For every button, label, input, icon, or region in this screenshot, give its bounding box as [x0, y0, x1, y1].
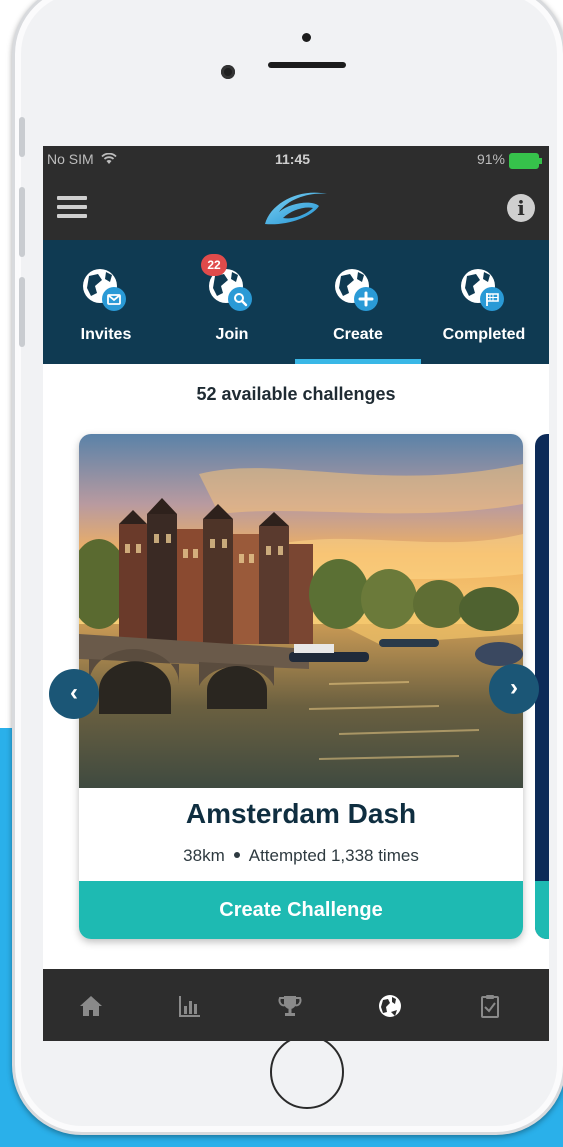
challenge-attempts: Attempted 1,338 times [248, 846, 419, 865]
active-tab-indicator [295, 359, 421, 364]
battery-percentage: 91% [476, 151, 505, 167]
next-arrow-icon[interactable]: › [489, 664, 539, 714]
challenge-tabs: Invites 22 Join Create Completed [43, 240, 549, 364]
stats-icon[interactable] [175, 991, 205, 1021]
proximity-sensor [302, 33, 311, 42]
status-bar: No SIM 11:45 91% [43, 146, 549, 172]
top-navbar: i [43, 172, 549, 240]
tab-label: Join [215, 326, 249, 343]
clock: 11:45 [275, 151, 311, 167]
carrier-status: No SIM [47, 151, 117, 167]
tab-join[interactable]: 22 Join [169, 240, 295, 364]
previous-arrow-icon[interactable]: ‹ [49, 669, 99, 719]
volume-up-button [19, 187, 25, 257]
join-count-badge: 22 [201, 254, 227, 276]
challenge-meta: 38km Attempted 1,338 times [79, 846, 523, 866]
separator-dot [233, 852, 240, 859]
challenge-title: Amsterdam Dash [185, 798, 417, 829]
app-screen: No SIM 11:45 91% i Invites 22 Join Creat… [43, 146, 549, 1041]
battery-charging-icon [509, 153, 542, 169]
front-camera [221, 65, 235, 79]
tab-label: Create [333, 326, 383, 343]
globe-plus-icon [335, 269, 378, 311]
available-challenges-count: 52 available challenges [196, 384, 396, 404]
wifi-icon [100, 152, 117, 164]
tab-label: Invites [80, 326, 132, 343]
tab-invites[interactable]: Invites [43, 240, 169, 364]
next-card-button-edge [535, 881, 549, 939]
tab-label: Completed [442, 326, 526, 343]
home-button[interactable] [270, 1035, 344, 1109]
globe-flag-icon [461, 269, 504, 311]
tab-completed[interactable]: Completed [421, 240, 547, 364]
create-challenge-button[interactable]: Create Challenge [79, 881, 523, 939]
globe-envelope-icon [83, 269, 126, 311]
clipboard-check-icon[interactable] [475, 991, 505, 1021]
challenge-distance: 38km [183, 846, 225, 865]
globe-icon[interactable] [375, 991, 405, 1021]
tab-create[interactable]: Create [295, 240, 421, 364]
earpiece-speaker [268, 62, 346, 68]
volume-down-button [19, 277, 25, 347]
app-logo [265, 192, 327, 225]
trophy-icon[interactable] [275, 991, 305, 1021]
menu-icon[interactable] [57, 196, 87, 218]
home-icon[interactable] [76, 991, 106, 1021]
mute-switch [19, 117, 25, 157]
bottom-tab-bar [43, 969, 549, 1041]
challenge-card[interactable]: Amsterdam Dash 38km Attempted 1,338 times… [79, 434, 523, 939]
challenge-photo [79, 434, 523, 788]
info-icon[interactable]: i [507, 194, 535, 222]
